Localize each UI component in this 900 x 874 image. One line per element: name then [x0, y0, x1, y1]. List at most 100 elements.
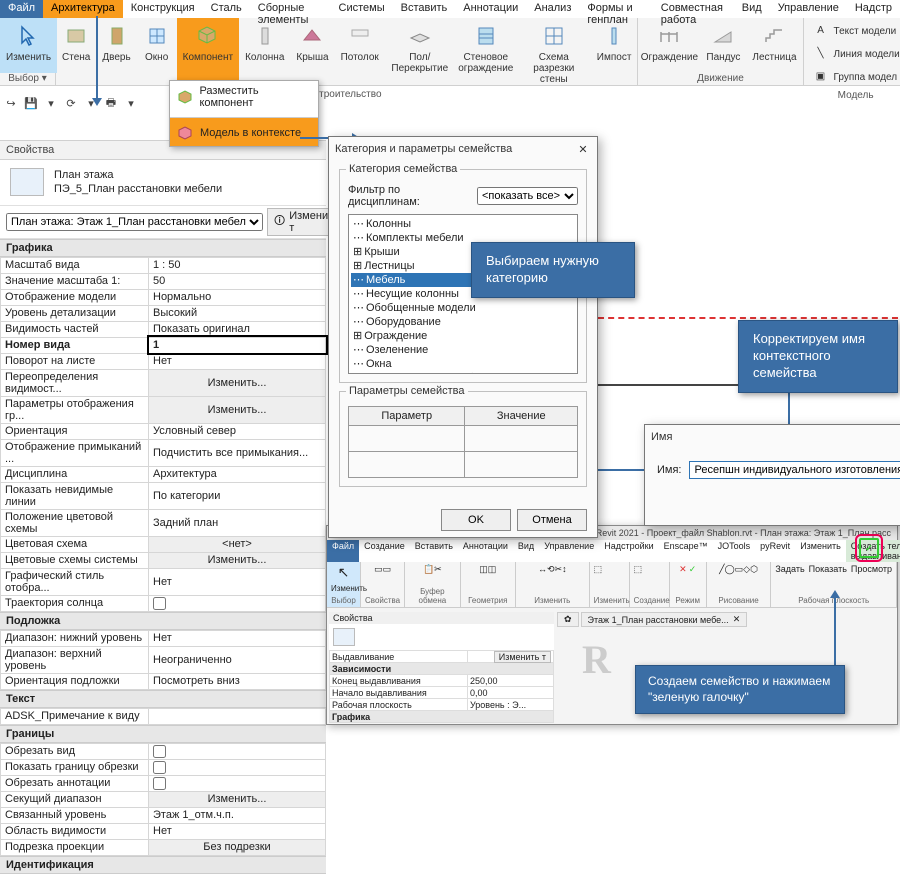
filter-select[interactable]: <показать все> — [477, 187, 578, 205]
annocrop-checkbox[interactable] — [153, 777, 166, 790]
menu-steel[interactable]: Сталь — [203, 0, 250, 18]
model-in-place-label: Модель в контексте — [200, 127, 301, 139]
sub-menu-item[interactable]: Изменить — [795, 540, 846, 562]
group-ident[interactable]: Идентификация — [0, 856, 326, 874]
cursor-icon[interactable]: ↖ — [331, 564, 356, 581]
sub-menu-item[interactable]: Создание — [359, 540, 410, 562]
list-item[interactable]: ⋯ Окна — [351, 357, 575, 371]
column-button[interactable]: Колонна — [239, 18, 290, 89]
railing-button[interactable]: Ограждение — [638, 18, 700, 73]
table-row: Цветовая схема<нет> — [1, 536, 326, 552]
sub-menu-item[interactable]: Надстройки — [599, 540, 658, 562]
sync-icon[interactable]: ⟳ — [64, 96, 78, 110]
view-tab[interactable]: ✿ — [557, 612, 579, 627]
group-text[interactable]: Текст — [0, 690, 326, 708]
window-button[interactable]: Окно — [137, 18, 177, 89]
curtain-grid-button[interactable]: Схема разрезки стены — [517, 18, 591, 89]
menu-precast[interactable]: Сборные элементы — [250, 0, 331, 18]
view-tab[interactable]: Этаж 1_План расстановки мебе... ✕ — [581, 612, 748, 627]
sub-group-constraints[interactable]: Зависимости — [330, 663, 554, 675]
group-underlay[interactable]: Подложка — [0, 612, 326, 630]
revit-logo-icon: R — [582, 636, 611, 683]
table-row: Связанный уровеньЭтаж 1_отм.ч.п. — [1, 807, 326, 823]
sub-menu-file[interactable]: Файл — [327, 540, 359, 562]
menu-analyze[interactable]: Анализ — [526, 0, 579, 18]
stair-button[interactable]: Лестница — [746, 18, 802, 73]
sunpath-checkbox[interactable] — [153, 597, 166, 610]
table-row: Цветовые схемы системыИзменить... — [1, 552, 326, 568]
cancel-button[interactable]: Отмена — [517, 509, 587, 531]
dropdown-icon[interactable]: ▾ — [44, 96, 58, 110]
sub-menu-item[interactable]: Enscape™ — [659, 540, 713, 562]
menu-structure[interactable]: Конструкция — [123, 0, 203, 18]
list-item[interactable]: ⋯ Колонны — [351, 217, 575, 231]
edit-button[interactable]: Изменить... — [149, 552, 326, 568]
mullion-button[interactable]: Импост — [591, 18, 638, 89]
model-in-place-item[interactable]: Модель в контексте — [170, 117, 318, 146]
edit-button[interactable]: Изменить... — [149, 791, 326, 807]
color-scheme-button[interactable]: <нет> — [149, 536, 326, 552]
table-row: Ориентация подложкиПосмотреть вниз — [1, 673, 326, 689]
edit-button[interactable]: Изменить... — [149, 369, 326, 396]
family-name: План этажа — [54, 168, 222, 182]
list-item[interactable]: ⋯ Оборудование — [351, 315, 575, 329]
type-selector[interactable]: План этажа: Этаж 1_План расстановки мебе… — [6, 213, 263, 231]
model-text-button[interactable]: AТекст модели — [808, 20, 900, 42]
table-row: Обрезать аннотации — [1, 775, 326, 791]
groupbox-category: Категория семейства — [346, 163, 460, 175]
model-line-button[interactable]: ╲Линия модели — [808, 43, 900, 65]
sub-menu-item[interactable]: pyRevit — [755, 540, 795, 562]
group-icon: ▣ — [812, 67, 830, 85]
menu-addins[interactable]: Надстр — [847, 0, 900, 18]
dropdown-icon[interactable]: ▾ — [124, 96, 138, 110]
curtain-wall-button[interactable]: Стеновое ограждение — [455, 18, 517, 89]
sub-menu-item[interactable]: Вставить — [410, 540, 458, 562]
floor-button[interactable]: Пол/Перекрытие — [385, 18, 455, 89]
table-row: Отображение моделиНормально — [1, 289, 326, 305]
menu-insert[interactable]: Вставить — [393, 0, 456, 18]
thumbnail-icon — [10, 168, 44, 196]
menu-collab[interactable]: Совместная работа — [653, 0, 734, 18]
list-item[interactable]: ⋯ Осветительные приборы — [351, 371, 575, 374]
floor-label: Пол/Перекрытие — [391, 52, 449, 74]
close-icon[interactable]: ✕ — [575, 141, 591, 157]
callout-3: Создаем семейство и нажимаем "зеленую га… — [635, 665, 845, 714]
menu-systems[interactable]: Системы — [331, 0, 393, 18]
sub-menu-item[interactable]: JOTools — [713, 540, 756, 562]
menu-massing[interactable]: Формы и генплан — [579, 0, 652, 18]
list-item[interactable]: ⊞ Ограждение — [351, 329, 575, 343]
showcrop-checkbox[interactable] — [153, 761, 166, 774]
floor-icon — [406, 22, 434, 50]
type-preview[interactable]: План этажа ПЭ_5_План расстановки мебели — [0, 160, 326, 206]
group-extent[interactable]: Границы — [0, 725, 326, 743]
component-button[interactable]: Компонент — [177, 18, 239, 89]
ceiling-button[interactable]: Потолок — [335, 18, 385, 89]
sub-menu-item[interactable]: Вид — [513, 540, 539, 562]
ramp-button[interactable]: Пандус — [700, 18, 746, 73]
finish-checkmark-button[interactable]: ✓ — [859, 538, 879, 558]
modify-button[interactable]: Изменить — [0, 18, 57, 73]
group-graphics[interactable]: Графика — [0, 239, 326, 257]
model-group-button[interactable]: ▣Группа модел — [808, 66, 900, 88]
save-icon[interactable]: 💾 — [24, 96, 38, 110]
place-component-item[interactable]: Разместить компонент — [170, 81, 318, 113]
sub-menu-item[interactable]: Аннотации — [458, 540, 513, 562]
sub-menu-item[interactable]: Управление — [539, 540, 599, 562]
menu-manage[interactable]: Управление — [770, 0, 847, 18]
roof-button[interactable]: Крыша — [290, 18, 334, 89]
ok-button[interactable]: OK — [441, 509, 511, 531]
menu-view[interactable]: Вид — [734, 0, 770, 18]
edit-button[interactable]: Изменить... — [149, 396, 326, 423]
menu-annotate[interactable]: Аннотации — [455, 0, 526, 18]
line-icon: ╲ — [812, 44, 830, 62]
crop-checkbox[interactable] — [153, 745, 166, 758]
sub-group-graphics[interactable]: Графика — [330, 711, 554, 723]
name-input[interactable] — [689, 461, 900, 479]
list-item[interactable]: ⋯ Обобщенные модели — [351, 301, 575, 315]
menu-file[interactable]: Файл — [0, 0, 43, 18]
arrow-icon[interactable]: ↪ — [4, 96, 18, 110]
depthclip-button[interactable]: Без подрезки — [149, 839, 326, 855]
list-item[interactable]: ⋯ Озеленение — [351, 343, 575, 357]
menu-architecture[interactable]: Архитектура — [43, 0, 123, 18]
sub-edit-type[interactable]: Изменить т — [494, 651, 551, 663]
